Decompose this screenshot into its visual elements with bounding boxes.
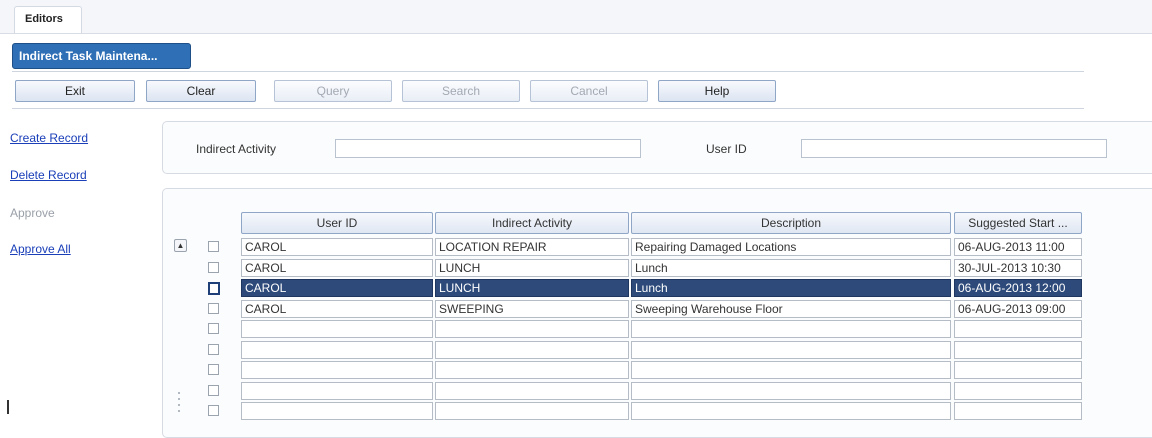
cell-user-id[interactable] xyxy=(241,402,433,420)
search-button[interactable]: Search xyxy=(402,80,520,102)
cell-description[interactable] xyxy=(631,341,951,359)
delete-record-link[interactable]: Delete Record xyxy=(10,168,87,182)
cell-indirect-activity[interactable]: LUNCH xyxy=(435,279,629,297)
cell-indirect-activity[interactable]: LUNCH xyxy=(435,259,629,277)
scroll-grip xyxy=(178,410,180,412)
exit-button[interactable]: Exit xyxy=(15,80,135,102)
tab-editors[interactable]: Editors xyxy=(14,6,82,33)
scroll-up-button[interactable]: ▲ xyxy=(174,239,187,252)
row-checkbox[interactable] xyxy=(208,282,220,295)
column-header-suggested-start[interactable]: Suggested Start ... xyxy=(954,212,1082,234)
scroll-grip xyxy=(178,392,180,394)
cell-suggested-start[interactable]: 06-AUG-2013 09:00 xyxy=(954,300,1082,318)
cell-indirect-activity[interactable]: LOCATION REPAIR xyxy=(435,238,629,256)
cell-description[interactable]: Repairing Damaged Locations xyxy=(631,238,951,256)
cell-indirect-activity[interactable] xyxy=(435,320,629,338)
cell-suggested-start[interactable]: 06-AUG-2013 12:00 xyxy=(954,279,1082,297)
row-checkbox[interactable] xyxy=(208,405,219,416)
cell-user-id[interactable]: CAROL xyxy=(241,259,433,277)
cell-suggested-start[interactable]: 06-AUG-2013 11:00 xyxy=(954,238,1082,256)
indirect-activity-label: Indirect Activity xyxy=(196,142,277,156)
cell-suggested-start[interactable] xyxy=(954,402,1082,420)
cell-description[interactable]: Lunch xyxy=(631,279,951,297)
scroll-grip xyxy=(178,404,180,406)
cell-user-id[interactable] xyxy=(241,341,433,359)
cell-user-id[interactable] xyxy=(241,382,433,400)
divider xyxy=(12,108,1084,109)
row-checkbox[interactable] xyxy=(208,262,219,273)
cell-user-id[interactable] xyxy=(241,320,433,338)
tab-indirect-task-maintenance[interactable]: Indirect Task Maintena... xyxy=(12,43,191,69)
indirect-activity-field[interactable] xyxy=(335,139,641,158)
approve-all-link[interactable]: Approve All xyxy=(10,242,71,256)
tab-divider xyxy=(0,33,1152,34)
cell-description[interactable] xyxy=(631,320,951,338)
row-checkbox[interactable] xyxy=(208,364,219,375)
cell-indirect-activity[interactable]: SWEEPING xyxy=(435,300,629,318)
cell-indirect-activity[interactable] xyxy=(435,361,629,379)
user-id-label: User ID xyxy=(706,142,747,156)
help-button[interactable]: Help xyxy=(658,80,776,102)
column-header-description[interactable]: Description xyxy=(631,212,951,234)
tab-strip xyxy=(0,0,1152,33)
divider xyxy=(12,71,1084,72)
clear-button[interactable]: Clear xyxy=(146,80,256,102)
row-checkbox[interactable] xyxy=(208,303,219,314)
cell-user-id[interactable]: CAROL xyxy=(241,238,433,256)
cell-user-id[interactable] xyxy=(241,361,433,379)
cell-suggested-start[interactable] xyxy=(954,382,1082,400)
row-checkbox[interactable] xyxy=(208,385,219,396)
row-checkbox[interactable] xyxy=(208,323,219,334)
query-button[interactable]: Query xyxy=(274,80,392,102)
column-header-indirect-activity[interactable]: Indirect Activity xyxy=(435,212,629,234)
cell-description[interactable]: Sweeping Warehouse Floor xyxy=(631,300,951,318)
column-header-user-id[interactable]: User ID xyxy=(241,212,433,234)
cell-description[interactable] xyxy=(631,382,951,400)
cell-description[interactable] xyxy=(631,402,951,420)
cell-suggested-start[interactable]: 30-JUL-2013 10:30 xyxy=(954,259,1082,277)
cell-user-id[interactable]: CAROL xyxy=(241,300,433,318)
cell-indirect-activity[interactable] xyxy=(435,382,629,400)
cell-suggested-start[interactable] xyxy=(954,341,1082,359)
window-edge-marker xyxy=(7,400,9,414)
cell-indirect-activity[interactable] xyxy=(435,402,629,420)
user-id-field[interactable] xyxy=(801,139,1107,158)
scroll-grip xyxy=(178,398,180,400)
row-checkbox[interactable] xyxy=(208,344,219,355)
cell-description[interactable]: Lunch xyxy=(631,259,951,277)
cell-indirect-activity[interactable] xyxy=(435,341,629,359)
cell-user-id[interactable]: CAROL xyxy=(241,279,433,297)
cell-description[interactable] xyxy=(631,361,951,379)
cell-suggested-start[interactable] xyxy=(954,361,1082,379)
row-checkbox[interactable] xyxy=(208,241,219,252)
cell-suggested-start[interactable] xyxy=(954,320,1082,338)
create-record-link[interactable]: Create Record xyxy=(10,131,88,145)
cancel-button[interactable]: Cancel xyxy=(530,80,648,102)
approve-link[interactable]: Approve xyxy=(10,206,55,220)
